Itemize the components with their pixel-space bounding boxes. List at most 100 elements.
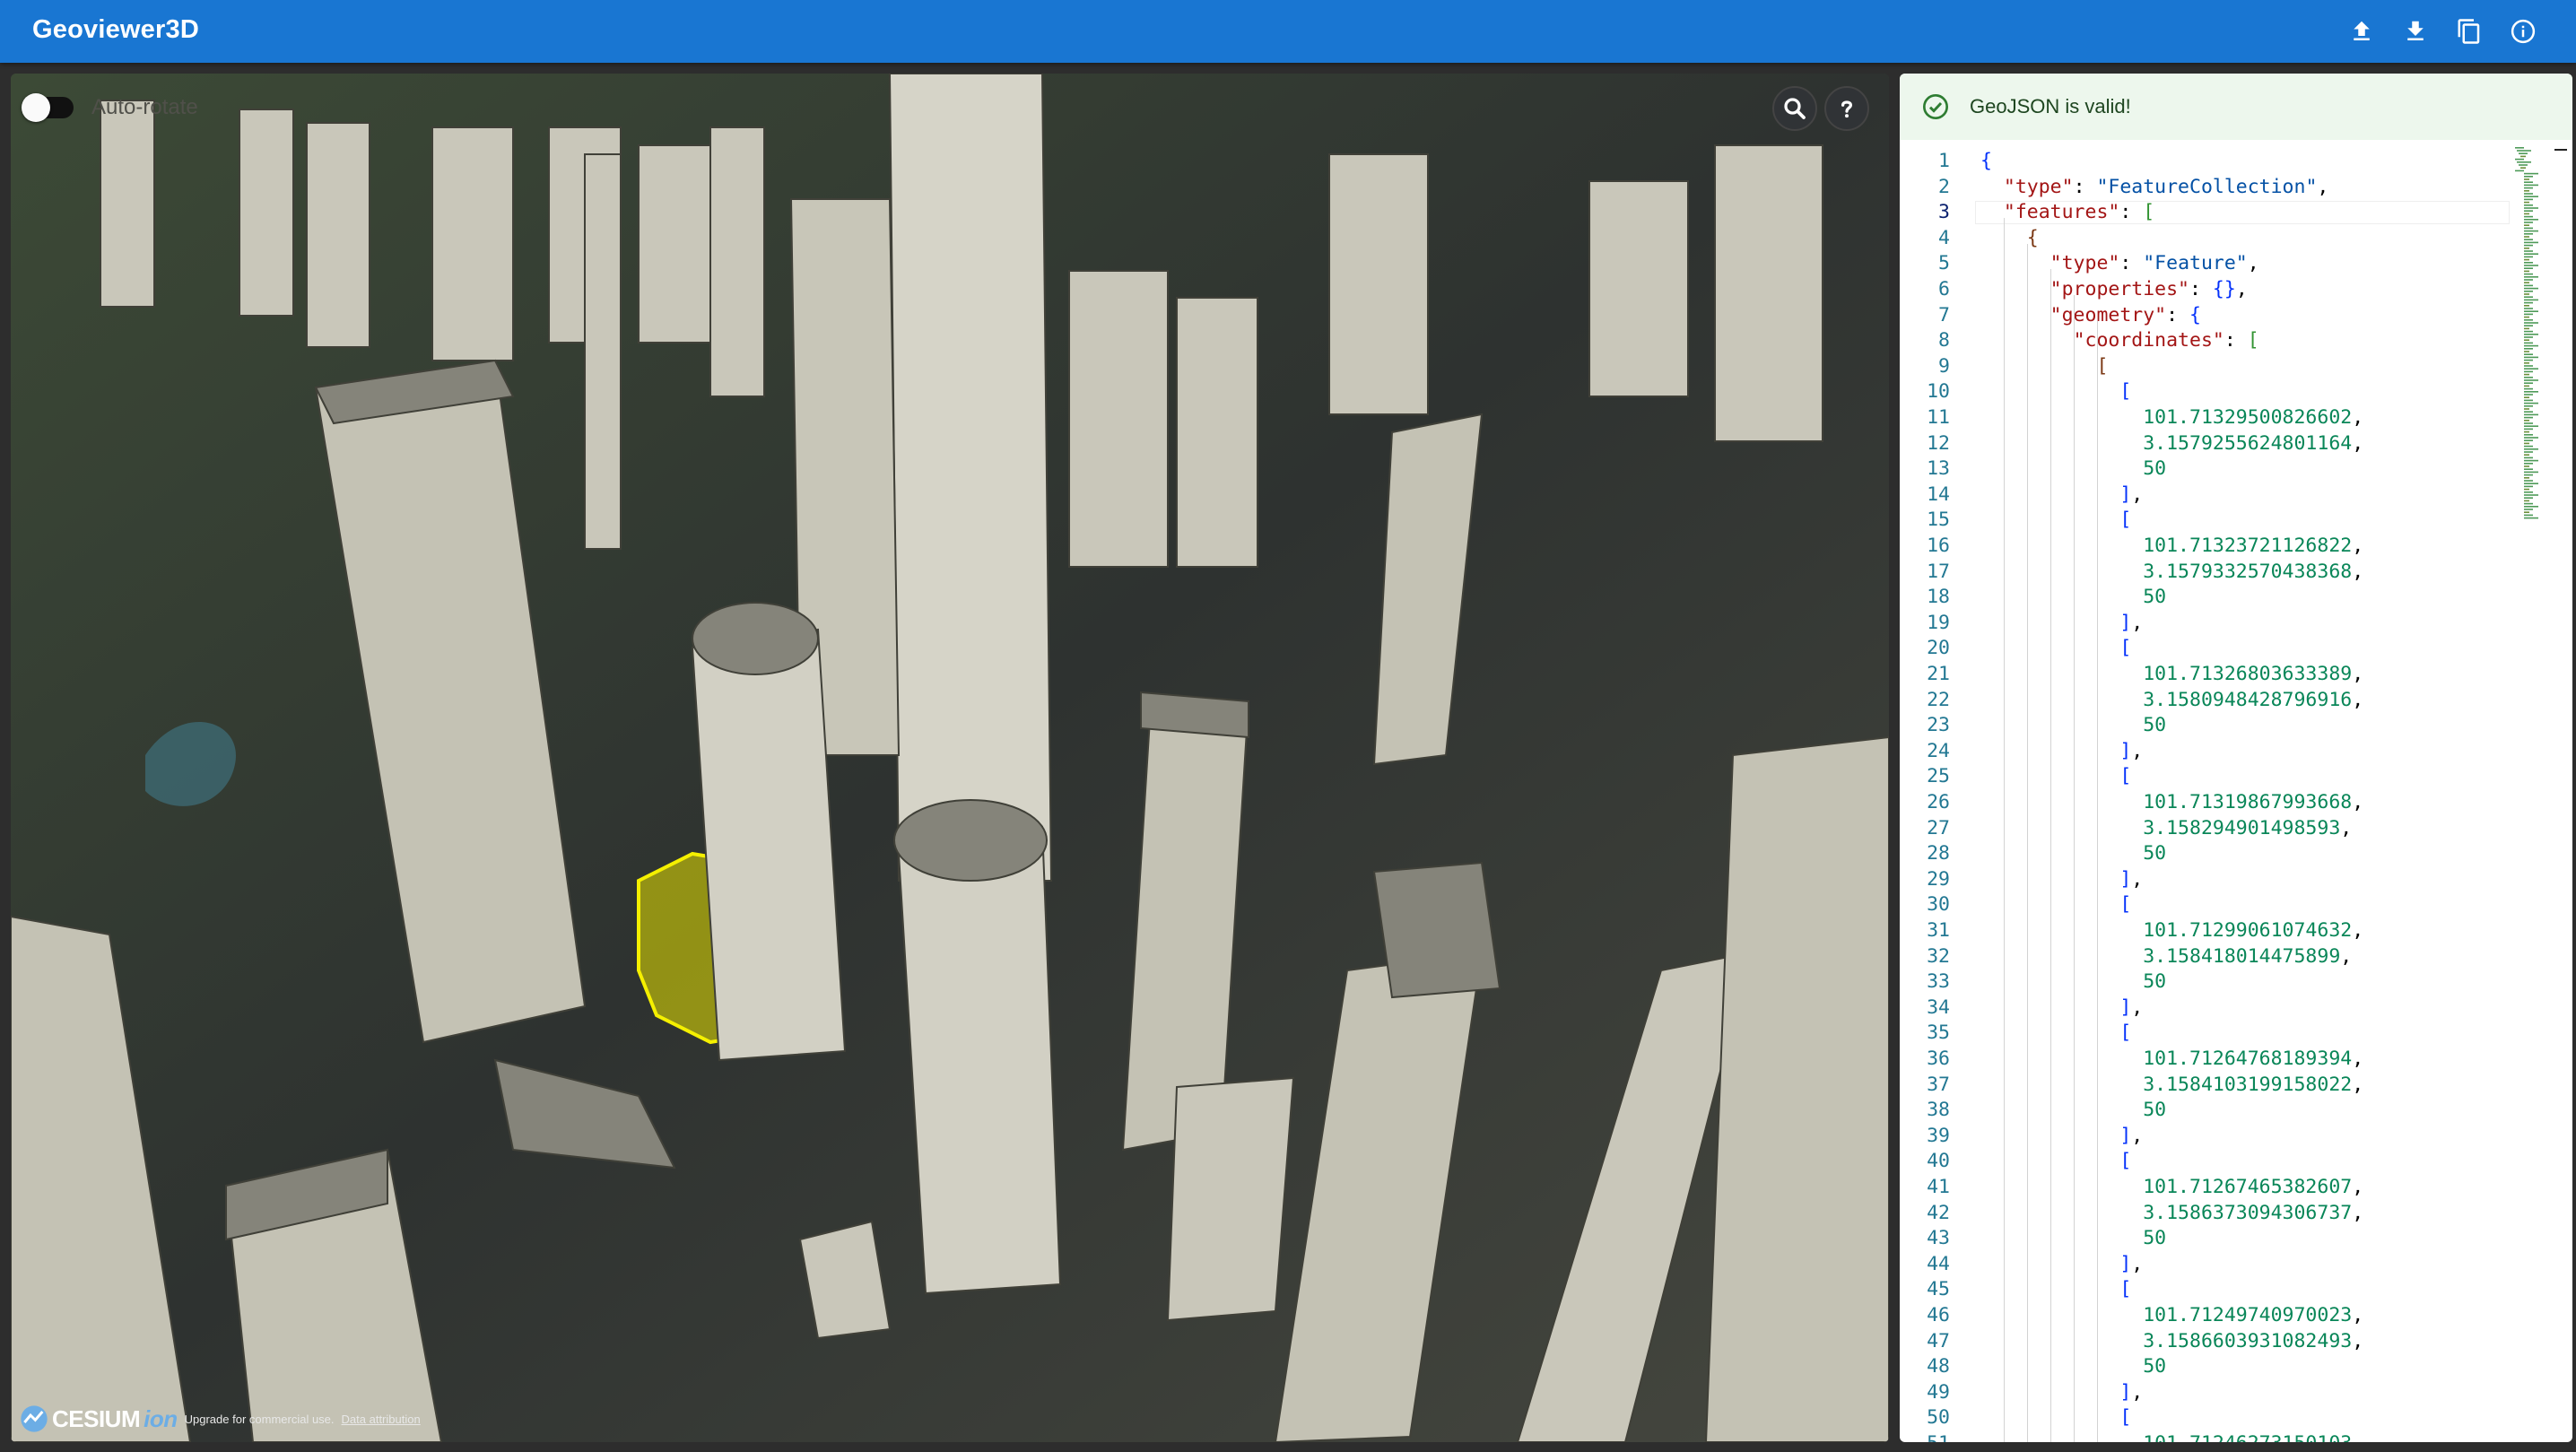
minimap-line [2524,244,2533,247]
line-number: 36 [1927,1048,1950,1070]
code-line[interactable]: ], [1980,611,2143,637]
line-number: 19 [1927,611,1950,634]
minimap-line [2524,325,2533,326]
help-icon[interactable] [1824,86,1869,131]
auto-rotate-toggle[interactable]: Auto-rotate [22,93,198,122]
code-line[interactable]: { [1980,226,2039,252]
line-number: 25 [1927,765,1950,788]
code-line[interactable]: ], [1980,996,2143,1022]
minimap-line [2524,222,2533,223]
upload-icon[interactable] [2343,13,2380,50]
minimap-line [2520,167,2526,169]
line-number: 17 [1927,560,1950,583]
minimap-line [2524,219,2538,221]
code-line[interactable]: "type": "Feature", [1980,251,2259,277]
code-line[interactable]: 3.1579332570438368, [1980,560,2363,586]
code-line[interactable]: "type": "FeatureCollection", [1980,175,2328,201]
line-number: 13 [1927,457,1950,481]
code-line[interactable]: 3.1586603931082493, [1980,1329,2363,1355]
code-line[interactable]: ], [1980,867,2143,893]
line-number: 4 [1938,226,1950,249]
data-attribution-link[interactable]: Data attribution [342,1413,421,1426]
code-line[interactable]: ], [1980,739,2143,765]
code-line[interactable]: 101.71326803633389, [1980,662,2363,688]
minimap-line [2524,227,2533,230]
minimap-line [2524,494,2538,496]
line-number: 40 [1927,1150,1950,1173]
minimap-line [2517,161,2531,163]
code-line[interactable]: ], [1980,483,2143,509]
code-line[interactable]: "geometry": { [1980,303,2201,329]
copy-icon[interactable] [2450,13,2488,50]
code-line[interactable]: 101.71329500826602, [1980,405,2363,431]
code-line[interactable]: 101.71264768189394, [1980,1047,2363,1073]
minimap-line [2524,468,2533,470]
switch-knob [22,93,50,122]
minimap-line [2524,439,2533,441]
minimap-line [2524,416,2533,419]
minimap-line [2524,291,2533,292]
code-line[interactable]: 3.158418014475899, [1980,944,2352,970]
line-number: 32 [1927,944,1950,968]
auto-rotate-switch[interactable] [22,93,74,122]
minimap-line [2524,301,2533,304]
line-number: 50 [1927,1406,1950,1430]
minimap-line [2524,184,2538,187]
code-editor[interactable]: 1 2 3 4 5 6 7 8 9 10 11 12 13 14 15 16 17 18 19 20 21 22 23 24 2… [1900,143,2572,1442]
code-line[interactable]: ], [1980,1252,2143,1278]
auto-rotate-label: Auto-rotate [91,95,198,119]
code-line[interactable]: 101.71323721126822, [1980,534,2363,560]
minimap-line [2524,362,2529,364]
code-line[interactable]: 3.1580948428796916, [1980,688,2363,714]
code-line[interactable]: 3.1586373094306737, [1980,1201,2363,1227]
minimap-line [2524,201,2529,204]
code-line[interactable]: [ [1980,354,2108,380]
minimap-line [2524,428,2533,430]
code-line[interactable]: 101.71319867993668, [1980,790,2363,816]
code-line[interactable]: "properties": {}, [1980,277,2248,303]
minimap-line [2524,448,2538,450]
code-line[interactable]: 3.1584103199158022, [1980,1073,2363,1099]
app-title: Geoviewer3D [32,15,199,44]
validation-message: GeoJSON is valid! [1970,95,2131,117]
code-line[interactable]: 3.1579255624801164, [1980,431,2363,457]
download-icon[interactable] [2397,13,2434,50]
minimap-line [2524,310,2538,312]
line-number: 18 [1927,586,1950,609]
line-number: 39 [1927,1124,1950,1147]
cesium-viewer[interactable]: Auto-rotate CESIUM ion Upgrade for comme… [11,74,1889,1442]
minimap-line [2524,465,2529,467]
line-number: 51 [1900,1431,1950,1442]
minimap-line [2524,391,2538,393]
minimap-line [2524,413,2538,416]
code-line[interactable]: 101.71246273150103, [1980,1431,2363,1442]
cesium-logo[interactable]: CESIUM ion [20,1404,178,1433]
code-line[interactable]: ], [1980,1380,2143,1406]
minimap-line [2524,233,2533,235]
minimap-line [2524,399,2533,402]
minimap-line [2524,248,2529,249]
minimap-line [2519,152,2528,154]
code-line[interactable]: 101.71299061074632, [1980,918,2363,944]
minimap-line [2524,210,2533,212]
geojson-panel: GeoJSON is valid! 1 2 3 4 5 6 7 8 9 10 11 12 13 14 15 1… [1900,74,2572,1442]
minimap-line [2524,270,2529,273]
code-line[interactable]: "coordinates": [ [1980,328,2259,354]
search-icon[interactable] [1772,86,1817,131]
code-line[interactable]: 101.71267465382607, [1980,1175,2363,1201]
minimap-line [2524,176,2533,178]
city-3d-scene[interactable] [11,74,1889,1442]
code-line[interactable]: 101.71249740970023, [1980,1303,2363,1329]
upgrade-text: Upgrade for commercial use. [184,1412,335,1426]
line-number: 45 [1927,1278,1950,1301]
cesium-logo-icon [21,1405,48,1432]
code-line[interactable]: ], [1980,1124,2143,1150]
code-line[interactable]: { [1980,149,1992,175]
minimap-line [2524,377,2533,378]
info-icon[interactable] [2504,13,2542,50]
minimap-line [2524,215,2533,218]
editor-minimap[interactable] [2510,143,2553,538]
editor-scrollbar[interactable] [2554,149,2567,151]
code-line[interactable]: 3.158294901498593, [1980,816,2352,842]
line-number: 21 [1927,663,1950,685]
